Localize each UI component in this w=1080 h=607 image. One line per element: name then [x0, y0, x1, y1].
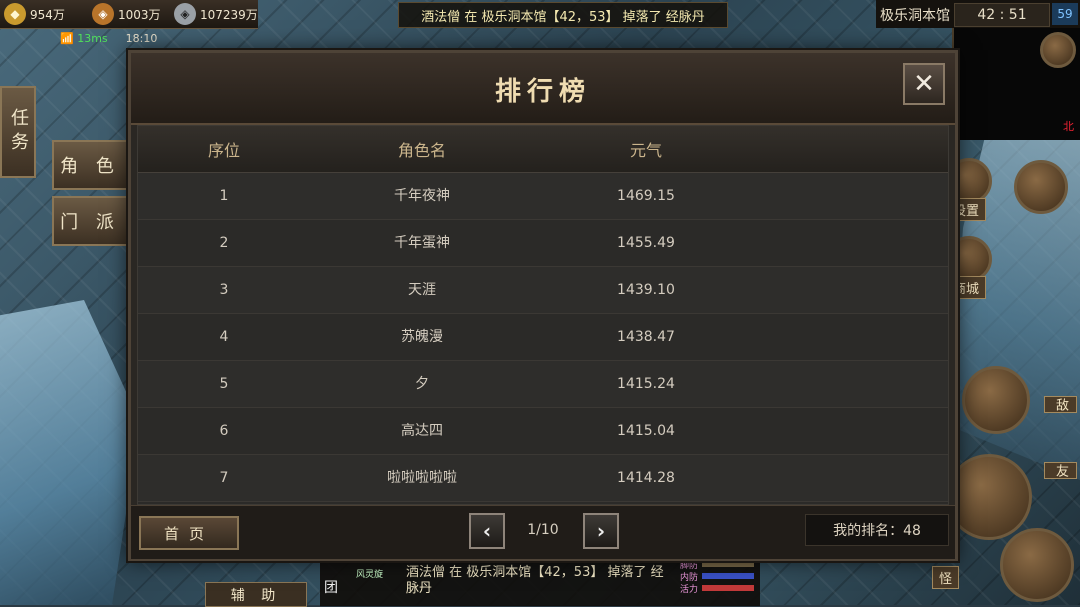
column-value: 元气	[629, 141, 662, 160]
attack-axe-icon[interactable]	[946, 454, 1032, 540]
skill-name: 风灵旋	[356, 570, 384, 580]
my-rank-display: 我的排名：48	[805, 514, 949, 546]
table-body: 1 千年夜神 1469.15 2 千年蛋神 1455.49 3 天涯 1439.…	[138, 173, 948, 503]
rank-cell: 2	[219, 235, 229, 251]
ranking-panel: 排行榜 ✕ 序位 角色名 元气 1 千年夜神 1469.15 2 千年蛋神 14…	[128, 50, 958, 561]
monster-tab[interactable]: 怪	[932, 566, 960, 589]
status-bar	[702, 573, 755, 579]
chevron-right-icon: ›	[596, 519, 606, 543]
gold-resource: ◆ 954万	[4, 0, 65, 28]
clock-time: 18:10	[125, 32, 158, 45]
table-row[interactable]: 5 夕 1415.24	[138, 361, 948, 408]
role-button[interactable]: 角 色	[52, 140, 128, 190]
panel-title: 排行榜	[494, 77, 591, 107]
panel-footer: 首页 ‹ 1/10 › 我的排名：48	[131, 505, 955, 559]
assist-button[interactable]: 辅 助	[205, 582, 307, 607]
status-bar	[702, 585, 755, 591]
ping-value: 13ms	[77, 32, 108, 45]
name-cell: 千年蛋神	[394, 235, 450, 251]
table-row[interactable]: 6 高达四 1415.04	[138, 408, 948, 455]
enemy-tab[interactable]: 敌	[1044, 396, 1077, 413]
table-row[interactable]: 1 千年夜神 1469.15	[138, 173, 948, 220]
diamond-menu-icon[interactable]	[1014, 160, 1068, 214]
value-cell: 1469.15	[617, 188, 675, 204]
gold-amount: 954万	[30, 7, 65, 22]
minimap-settings-gear-icon[interactable]	[1040, 32, 1076, 68]
name-cell: 啦啦啦啦啦	[387, 470, 457, 486]
gold-ingot-icon: ◆	[4, 3, 26, 25]
silver-coin-icon: ◈	[174, 3, 196, 25]
value-cell: 1438.47	[617, 329, 675, 345]
chevron-left-icon: ‹	[482, 519, 492, 543]
rank-cell: 5	[219, 376, 229, 392]
north-indicator: 北	[1063, 120, 1074, 133]
table-header: 序位 角色名 元气	[138, 126, 948, 173]
network-status: 📶 13ms 18:10	[60, 32, 157, 45]
table-row[interactable]: 3 天涯 1439.10	[138, 267, 948, 314]
rank-cell: 4	[219, 329, 229, 345]
silver-amount: 107239万	[200, 7, 258, 22]
close-x-icon: ✕	[913, 69, 935, 99]
value-cell: 1455.49	[617, 235, 675, 251]
value-cell: 1415.04	[617, 423, 675, 439]
value-cell: 1414.28	[617, 470, 675, 486]
status-bars: 脚防 内防 活力	[680, 558, 760, 595]
silver-resource: ◈ 107239万	[174, 0, 258, 28]
value-cell: 1415.24	[617, 376, 675, 392]
name-cell: 夕	[415, 376, 429, 392]
coordinates: 42 : 51	[954, 3, 1050, 27]
rank-cell: 3	[219, 282, 229, 298]
bar-label: 活力	[680, 584, 699, 595]
table-row[interactable]: 2 千年蛋神 1455.49	[138, 220, 948, 267]
name-cell: 苏魄漫	[401, 329, 443, 345]
coin-amount: 1003万	[118, 7, 161, 22]
system-announcement: 酒法僧 在 极乐洞本馆【42，53】 掉落了 经脉丹	[398, 2, 728, 28]
switch-target-icon[interactable]	[1000, 528, 1074, 602]
coin-resource: ◈ 1003万	[92, 0, 161, 28]
next-page-button[interactable]: ›	[583, 513, 619, 549]
table-row[interactable]: 7 啦啦啦啦啦 1414.28	[138, 455, 948, 502]
value-cell: 1439.10	[617, 282, 675, 298]
sect-button[interactable]: 门 派	[52, 196, 128, 246]
rank-cell: 1	[219, 188, 229, 204]
copper-coin-icon: ◈	[92, 3, 114, 25]
close-button[interactable]: ✕	[903, 63, 945, 105]
chat-message: 酒法僧 在 极乐洞本馆【42，53】 掉落了 经脉丹	[406, 565, 664, 596]
name-cell: 千年夜神	[394, 188, 450, 204]
task-button[interactable]: 任务	[0, 86, 36, 178]
ranking-table: 序位 角色名 元气 1 千年夜神 1469.15 2 千年蛋神 1455.49 …	[137, 125, 949, 505]
page-indicator: 1/10	[527, 522, 559, 538]
wifi-icon: 📶 13ms	[60, 32, 108, 45]
status-bar	[702, 561, 755, 567]
first-page-button[interactable]: 首页	[139, 516, 239, 550]
meditate-icon[interactable]	[962, 366, 1030, 434]
rank-cell: 7	[219, 470, 229, 486]
name-cell: 天涯	[408, 282, 436, 298]
minimap[interactable]: 北	[952, 28, 1080, 140]
friend-tab[interactable]: 友	[1044, 462, 1077, 479]
column-name: 角色名	[397, 141, 446, 160]
table-row[interactable]: 4 苏魄漫 1438.47	[138, 314, 948, 361]
name-cell: 高达四	[401, 423, 443, 439]
rank-cell: 6	[219, 423, 229, 439]
prev-page-button[interactable]: ‹	[469, 513, 505, 549]
map-name-label: 极乐洞本馆	[880, 8, 950, 24]
level-badge: 59	[1052, 3, 1078, 25]
column-rank: 序位	[207, 141, 240, 160]
panel-header: 排行榜 ✕	[131, 53, 955, 125]
team-label: 团	[324, 580, 338, 596]
